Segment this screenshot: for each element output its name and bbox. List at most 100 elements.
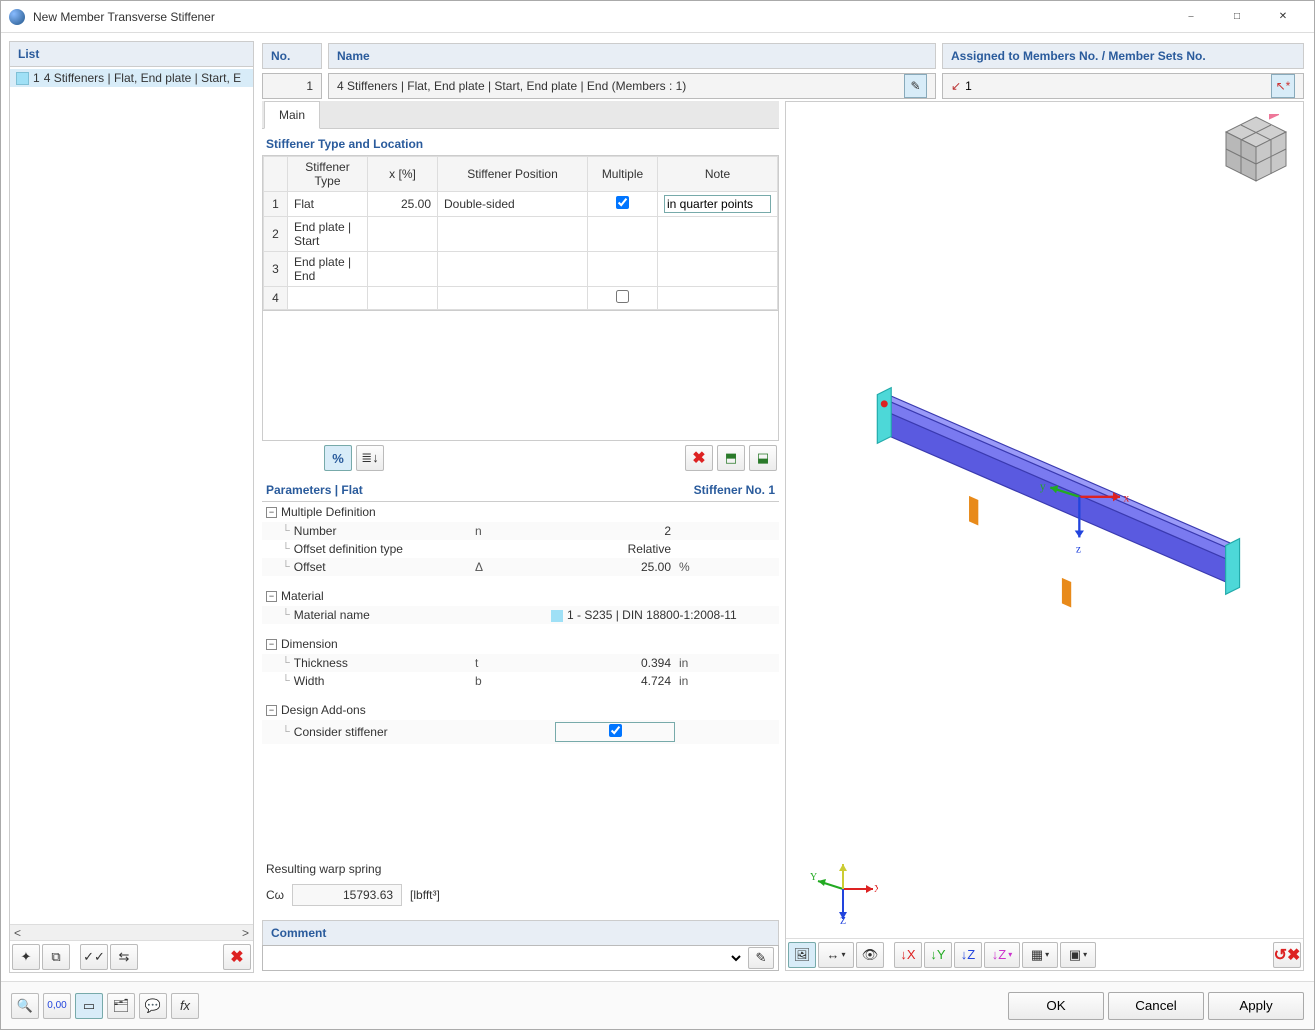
param-offset[interactable]: └OffsetΔ25.00%: [262, 558, 779, 576]
multiple-checkbox[interactable]: [616, 290, 629, 303]
import-excel-button[interactable]: ⬒: [717, 445, 745, 471]
list-item[interactable]: 1 4 Stiffeners | Flat, End plate | Start…: [10, 69, 253, 87]
svg-text:X: X: [874, 884, 878, 895]
list-header: List: [10, 42, 253, 67]
cursor-pick-icon: ↖*: [1276, 79, 1291, 93]
assign-input[interactable]: [965, 79, 1267, 93]
group-multiple-definition[interactable]: −Multiple Definition: [262, 502, 779, 522]
list-body: 1 4 Stiffeners | Flat, End plate | Start…: [10, 67, 253, 924]
excel-in-icon: ⬒: [725, 450, 737, 466]
member-3d-render: x y z: [786, 102, 1303, 938]
swap-button[interactable]: ⇆: [110, 944, 138, 970]
list-hscroll[interactable]: <>: [10, 924, 253, 940]
pencil-icon: ✎: [910, 79, 920, 93]
swap-icon: ⇆: [119, 949, 130, 965]
viewport-canvas[interactable]: x y z X Y Z: [786, 102, 1303, 938]
navigation-cube[interactable]: [1221, 114, 1291, 184]
validate-button[interactable]: ✓✓: [80, 944, 108, 970]
warp-value: 15793.63: [292, 884, 402, 906]
grid-delete-button[interactable]: ✖: [685, 445, 713, 471]
col-x-percent: x [%]: [368, 157, 438, 192]
export-excel-button[interactable]: ⬓: [749, 445, 777, 471]
vp-display-button[interactable]: 🖼: [788, 942, 816, 968]
vp-axis-x-button[interactable]: ↓X: [894, 942, 922, 968]
vp-view-style-button[interactable]: ▦: [1022, 942, 1058, 968]
stiffener-row[interactable]: 3 End plate | End: [264, 252, 778, 287]
comment-section: Comment ✎: [262, 920, 779, 971]
apply-button[interactable]: Apply: [1208, 992, 1304, 1020]
list-item-number: 1: [33, 71, 40, 85]
param-width[interactable]: └Widthb4.724in: [262, 672, 779, 690]
list-item-swatch: [16, 72, 29, 85]
svg-text:x: x: [1123, 491, 1129, 504]
no-field[interactable]: 1: [262, 73, 322, 99]
comment-edit-button[interactable]: ✎: [748, 947, 774, 969]
stiffener-row[interactable]: 4: [264, 287, 778, 310]
close-button[interactable]: ✕: [1260, 1, 1306, 33]
group-material[interactable]: −Material: [262, 586, 779, 606]
warp-spring-section: Resulting warp spring Cω 15793.63 [lbfft…: [262, 858, 779, 914]
copy-icon: ⧉: [51, 949, 60, 965]
collapse-icon[interactable]: −: [266, 639, 277, 650]
comment-label: Comment: [262, 920, 779, 945]
tree-view-button[interactable]: 🗂: [107, 993, 135, 1019]
group-dimension[interactable]: −Dimension: [262, 634, 779, 654]
vp-axis-z-button[interactable]: ↓Z: [954, 942, 982, 968]
viewport-panel: x y z X Y Z: [785, 101, 1304, 971]
collapse-icon[interactable]: −: [266, 591, 277, 602]
delete-icon: ✖: [692, 448, 705, 468]
name-input[interactable]: [337, 79, 900, 93]
parameters-tree: −Multiple Definition └Numbern2 └Offset d…: [262, 501, 779, 744]
vp-units-button[interactable]: ↔: [818, 942, 854, 968]
param-material-name[interactable]: └Material name1 - S235 | DIN 18800-1:200…: [262, 606, 779, 624]
warp-symbol: Cω: [266, 888, 284, 902]
group-design-addons[interactable]: −Design Add-ons: [262, 700, 779, 720]
name-edit-button[interactable]: ✎: [904, 74, 927, 98]
consider-stiffener-checkbox[interactable]: [609, 724, 622, 737]
pick-member-button[interactable]: ↖*: [1271, 74, 1295, 98]
cancel-button[interactable]: Cancel: [1108, 992, 1204, 1020]
stiffener-section-title: Stiffener Type and Location: [262, 129, 779, 155]
assign-field[interactable]: ↙ ↖*: [942, 73, 1304, 99]
vp-reset-button[interactable]: ↺✖: [1273, 942, 1301, 968]
copy-item-button[interactable]: ⧉: [42, 944, 70, 970]
formula-button[interactable]: fx: [171, 993, 199, 1019]
collapse-icon[interactable]: −: [266, 507, 277, 518]
help-button[interactable]: 🔍: [11, 993, 39, 1019]
layers-button[interactable]: ▭: [75, 993, 103, 1019]
content-area: List 1 4 Stiffeners | Flat, End plate | …: [1, 33, 1314, 981]
new-item-button[interactable]: ✦: [12, 944, 40, 970]
stiffener-grid[interactable]: Stiffener Type x [%] Stiffener Position …: [262, 155, 779, 311]
global-axis-widget[interactable]: X Y Z: [808, 854, 878, 924]
comment-icon: ✎: [756, 950, 767, 966]
dialog-footer: 🔍 0,00 ▭ 🗂 💬 fx OK Cancel Apply: [1, 981, 1314, 1029]
list-item-text: 4 Stiffeners | Flat, End plate | Start, …: [44, 71, 241, 85]
collapse-icon[interactable]: −: [266, 705, 277, 716]
messages-button[interactable]: 💬: [139, 993, 167, 1019]
ok-button[interactable]: OK: [1008, 992, 1104, 1020]
delete-item-button[interactable]: ✖: [223, 944, 251, 970]
param-thickness[interactable]: └Thicknesst0.394in: [262, 654, 779, 672]
name-field[interactable]: ✎: [328, 73, 936, 99]
percent-toggle-button[interactable]: %: [324, 445, 352, 471]
maximize-button[interactable]: □: [1214, 1, 1260, 33]
minimize-button[interactable]: –: [1168, 1, 1214, 33]
tab-main[interactable]: Main: [264, 101, 320, 129]
comment-select[interactable]: [267, 947, 744, 969]
param-offset-type[interactable]: └Offset definition typeRelative: [262, 540, 779, 558]
svg-text:z: z: [1076, 543, 1081, 556]
vp-axis-y-button[interactable]: ↓Y: [924, 942, 952, 968]
vp-zoom-extents-button[interactable]: 👁: [856, 942, 884, 968]
multiple-checkbox[interactable]: [616, 196, 629, 209]
col-stiffener-type: Stiffener Type: [288, 157, 368, 192]
param-consider-stiffener[interactable]: └Consider stiffener: [262, 720, 779, 744]
param-number[interactable]: └Numbern2: [262, 522, 779, 540]
note-input[interactable]: [664, 195, 771, 213]
stiffener-row[interactable]: 1 Flat 25.00 Double-sided: [264, 192, 778, 217]
sort-icon: ≣↓: [361, 450, 378, 466]
units-button[interactable]: 0,00: [43, 993, 71, 1019]
sort-button[interactable]: ≣↓: [356, 445, 384, 471]
vp-render-button[interactable]: ▣: [1060, 942, 1096, 968]
vp-isometric-button[interactable]: ↓Z: [984, 942, 1020, 968]
stiffener-row[interactable]: 2 End plate | Start: [264, 217, 778, 252]
